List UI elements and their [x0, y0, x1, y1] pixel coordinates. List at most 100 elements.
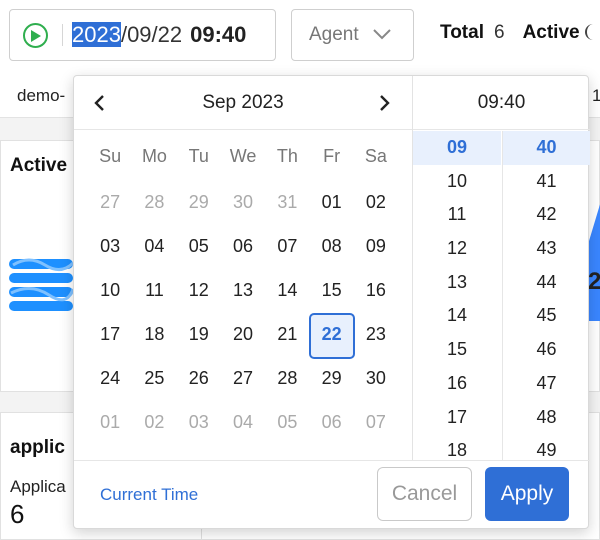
calendar-day[interactable]: 01 — [88, 400, 132, 444]
calendar-day[interactable]: 27 — [88, 180, 132, 224]
datetime-time[interactable]: 09:40 — [190, 22, 246, 47]
calendar-day-label: 21 — [277, 324, 298, 344]
hour-option[interactable]: 09 — [413, 131, 501, 165]
calendar-day-selected[interactable]: 22 — [309, 312, 356, 359]
minute-option[interactable]: 46 — [503, 333, 590, 367]
calendar-day-label: 03 — [188, 412, 209, 432]
calendar-day[interactable]: 25 — [132, 356, 176, 400]
calendar-day[interactable]: 18 — [132, 312, 176, 356]
calendar-day-label: 05 — [277, 412, 298, 432]
hour-option[interactable]: 18 — [413, 434, 501, 460]
calendar-day[interactable]: 12 — [177, 268, 221, 312]
hour-column[interactable]: 09 10 11 12 13 14 15 16 17 18 — [413, 131, 501, 460]
minute-option[interactable]: 43 — [503, 232, 590, 266]
calendar-day[interactable]: 30 — [354, 356, 398, 400]
calendar-day[interactable]: 26 — [177, 356, 221, 400]
subbar-right-text: 1 — [592, 86, 600, 105]
calendar-day[interactable]: 09 — [354, 224, 398, 268]
hour-option[interactable]: 17 — [413, 401, 501, 435]
calendar-day[interactable]: 03 — [88, 224, 132, 268]
calendar-day[interactable]: 19 — [177, 312, 221, 356]
calendar-day-label: 11 — [145, 280, 164, 300]
hour-option[interactable]: 14 — [413, 299, 501, 333]
calendar-day[interactable]: 13 — [221, 268, 265, 312]
hour-option[interactable]: 15 — [413, 333, 501, 367]
calendar-day[interactable]: 11 — [132, 268, 176, 312]
calendar-day[interactable]: 03 — [177, 400, 221, 444]
calendar-day-label: 28 — [277, 368, 298, 388]
datetime-year[interactable]: 2023 — [72, 22, 121, 47]
calendar-day[interactable]: 20 — [221, 312, 265, 356]
minute-option[interactable]: 45 — [503, 299, 590, 333]
active-chart-graphic — [9, 258, 73, 311]
calendar-day[interactable]: 28 — [265, 356, 309, 400]
calendar-day[interactable]: 17 — [88, 312, 132, 356]
calendar-day[interactable]: 01 — [309, 180, 353, 224]
calendar-day[interactable]: 30 — [221, 180, 265, 224]
calendar-day[interactable]: 08 — [309, 224, 353, 268]
input-divider — [62, 24, 63, 46]
calendar-day-label: 24 — [100, 368, 121, 388]
calendar-day[interactable]: 07 — [354, 400, 398, 444]
calendar-day[interactable]: 10 — [88, 268, 132, 312]
hour-option[interactable]: 13 — [413, 266, 501, 300]
minute-option[interactable]: 48 — [503, 401, 590, 435]
hour-option[interactable]: 10 — [413, 165, 501, 199]
calendar-day-label: 18 — [144, 324, 165, 344]
calendar-day-label: 07 — [365, 412, 386, 432]
minute-option[interactable]: 40 — [503, 131, 590, 165]
datetime-date[interactable]: /09/22 — [121, 22, 182, 47]
current-time-link[interactable]: Current Time — [100, 485, 198, 505]
calendar-day[interactable]: 16 — [354, 268, 398, 312]
datetime-text[interactable]: 2023/09/22 09:40 — [72, 22, 246, 48]
calendar-day[interactable]: 04 — [221, 400, 265, 444]
calendar-day[interactable]: 29 — [177, 180, 221, 224]
calendar-day[interactable]: 05 — [265, 400, 309, 444]
apply-button[interactable]: Apply — [485, 467, 569, 521]
calendar-day[interactable]: 02 — [354, 180, 398, 224]
hour-option[interactable]: 11 — [413, 198, 501, 232]
minute-option[interactable]: 47 — [503, 367, 590, 401]
calendar-day[interactable]: 23 — [354, 312, 398, 356]
calendar-day-label: 16 — [365, 280, 386, 300]
calendar-day[interactable]: 04 — [132, 224, 176, 268]
stat-active-label: Active — [522, 22, 580, 43]
datetime-input[interactable]: 2023/09/22 09:40 — [9, 9, 276, 61]
calendar-day-label: 04 — [233, 412, 254, 432]
calendar-day[interactable]: 15 — [309, 268, 353, 312]
calendar-day[interactable]: 27 — [221, 356, 265, 400]
calendar-day[interactable]: 31 — [265, 180, 309, 224]
minute-option[interactable]: 44 — [503, 266, 590, 300]
minute-option[interactable]: 49 — [503, 434, 590, 460]
calendar-day-label: 04 — [144, 236, 165, 256]
calendar-day-label: 13 — [233, 280, 254, 300]
calendar-day[interactable]: 06 — [309, 400, 353, 444]
play-icon[interactable] — [23, 23, 48, 48]
calendar-day-label: 27 — [100, 192, 121, 212]
calendar-day[interactable]: 06 — [221, 224, 265, 268]
calendar-day[interactable]: 02 — [132, 400, 176, 444]
calendar-day-label: 07 — [277, 236, 298, 256]
hour-option[interactable]: 12 — [413, 232, 501, 266]
cancel-button[interactable]: Cancel — [377, 467, 472, 521]
calendar-day[interactable]: 28 — [132, 180, 176, 224]
calendar-day-label: 22 — [321, 324, 342, 344]
hour-option[interactable]: 16 — [413, 367, 501, 401]
calendar-day-label: 02 — [365, 192, 386, 212]
calendar-day[interactable]: 14 — [265, 268, 309, 312]
agent-select[interactable]: Agent — [291, 9, 414, 61]
calendar-day[interactable]: 24 — [88, 356, 132, 400]
chevron-right-icon[interactable] — [375, 94, 393, 112]
calendar-day[interactable]: 05 — [177, 224, 221, 268]
calendar-day[interactable]: 21 — [265, 312, 309, 356]
project-name[interactable]: demo- — [17, 86, 65, 106]
agent-select-label: Agent — [309, 24, 359, 45]
stat-active-value-cut — [584, 24, 593, 40]
picker-footer: Current Time Cancel Apply — [74, 460, 590, 530]
calendar-day[interactable]: 29 — [309, 356, 353, 400]
minute-option[interactable]: 42 — [503, 198, 590, 232]
month-label[interactable]: Sep 2023 — [74, 92, 412, 114]
minute-column[interactable]: 40 41 42 43 44 45 46 47 48 49 — [502, 131, 590, 460]
calendar-day[interactable]: 07 — [265, 224, 309, 268]
minute-option[interactable]: 41 — [503, 165, 590, 199]
